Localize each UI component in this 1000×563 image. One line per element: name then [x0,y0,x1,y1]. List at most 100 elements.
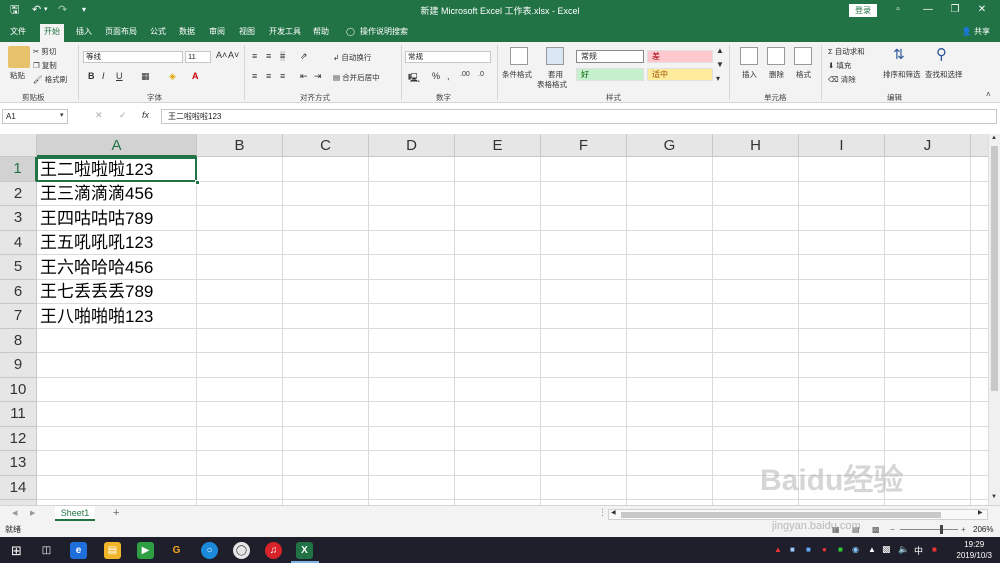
scroll-right-icon[interactable]: ▶ [978,509,983,516]
copy-button[interactable]: ❐ 复制 [33,60,57,71]
sort-filter-label[interactable]: 排序和筛选 [883,69,921,80]
zoom-slider-thumb[interactable] [940,525,943,534]
align-left-icon[interactable]: ≡ [252,71,257,81]
column-header-j[interactable]: J [885,134,971,157]
tab-help[interactable]: 帮助 [309,24,333,42]
font-name-combo[interactable]: 等线 [83,51,183,63]
increase-decimal-icon[interactable]: .00 [460,71,470,78]
insert-function-icon[interactable]: fx [142,110,149,120]
tray-icon-5[interactable]: ■ [838,545,843,554]
row-header-6[interactable]: 6 [0,280,37,304]
tab-page-layout[interactable]: 页面布局 [101,24,141,42]
enter-icon[interactable]: ✓ [119,110,127,121]
tab-formulas[interactable]: 公式 [146,24,170,42]
increase-indent-icon[interactable]: ⇥ [314,71,322,82]
zoom-out-icon[interactable]: − [890,522,895,537]
volume-icon[interactable]: 🔈 [898,544,909,555]
row-header-2[interactable]: 2 [0,182,37,206]
task-view-icon[interactable]: ◫ [38,542,55,559]
insert-cells-icon[interactable] [740,47,758,65]
conditional-format-label[interactable]: 条件格式 [502,69,532,80]
row-header-1[interactable]: 1 [0,157,37,182]
format-cells-icon[interactable] [794,47,812,65]
align-bottom-icon[interactable]: ≡ [280,51,286,61]
new-sheet-icon[interactable]: + [113,507,119,519]
column-header-g[interactable]: G [627,134,713,157]
row-header-5[interactable]: 5 [0,255,37,280]
bold-icon[interactable]: B [88,71,95,81]
column-header-h[interactable]: H [713,134,799,157]
chat-app-icon[interactable]: ○ [201,542,218,559]
clear-button[interactable]: ⌫ 清除 [828,74,856,85]
find-select-icon[interactable]: ⚲ [936,45,947,63]
tab-file[interactable]: 文件 [6,24,30,42]
grow-font-icon[interactable]: A˄ [216,50,227,60]
row-header-14[interactable]: 14 [0,476,37,500]
delete-cells-icon[interactable] [767,47,785,65]
ime-indicator[interactable]: 中 [914,544,923,557]
decrease-indent-icon[interactable]: ⇤ [300,71,308,82]
decrease-decimal-icon[interactable]: .0 [478,71,484,78]
align-right-icon[interactable]: ≡ [280,71,285,81]
scroll-left-icon[interactable]: ◀ [611,509,616,516]
tell-me-search[interactable]: 操作说明搜索 [356,24,412,42]
cell-a4[interactable]: 王五吼吼吼123 [40,231,153,255]
sheet-split-icon[interactable]: ⋮ [598,507,607,518]
cell-style-neutral[interactable]: 适中 [647,68,713,81]
login-button[interactable]: 登录 [849,4,877,17]
tab-home[interactable]: 开始 [40,24,64,42]
maximize-icon[interactable]: ❐ [945,3,965,17]
zoom-in-icon[interactable]: + [961,522,966,537]
cut-button[interactable]: ✂ 剪切 [33,46,56,57]
row-header-12[interactable]: 12 [0,427,37,451]
align-top-icon[interactable]: ≡ [252,51,257,61]
edge-browser-icon[interactable]: e [70,542,87,559]
name-box[interactable]: A1 [2,109,68,124]
row-header-9[interactable]: 9 [0,353,37,378]
styles-more-icon[interactable]: ▾ [716,74,720,83]
ribbon-options-icon[interactable]: ▫ [888,3,908,17]
styles-scroll-up-icon[interactable]: ▲ [716,46,724,55]
music-app-icon[interactable]: ♫ [265,542,282,559]
paste-label[interactable]: 粘贴 [10,70,25,81]
tab-review[interactable]: 审阅 [205,24,229,42]
orientation-icon[interactable]: ⇗ [300,51,308,62]
align-middle-icon[interactable]: ≡ [266,51,271,61]
paste-icon[interactable] [8,46,30,68]
prev-sheet-icon[interactable]: ◀ [12,509,17,517]
scroll-up-icon[interactable]: ▲ [991,135,997,141]
align-center-icon[interactable]: ≡ [266,71,271,81]
column-header-f[interactable]: F [541,134,627,157]
font-size-combo[interactable]: 11 [185,51,211,63]
find-select-label[interactable]: 查找和选择 [925,69,963,80]
comma-icon[interactable]: , [447,71,450,81]
delete-cells-label[interactable]: 删除 [769,69,784,80]
merge-center-button[interactable]: ▤ 合并后居中 [333,72,380,83]
cell-style-good[interactable]: 好 [576,68,644,81]
horizontal-scrollbar[interactable]: ◀ ▶ [608,509,988,520]
tab-data[interactable]: 数据 [175,24,199,42]
page-break-view-icon[interactable]: ▩ [872,522,880,537]
cell-a5[interactable]: 王六哈哈哈456 [40,256,153,280]
wrap-text-button[interactable]: ↲ 自动换行 [333,52,371,63]
media-player-icon[interactable]: ▶ [137,542,154,559]
column-header-i[interactable]: I [799,134,885,157]
cell-a7[interactable]: 王八啪啪啪123 [40,305,153,329]
cell-a2[interactable]: 王三滴滴滴456 [40,182,153,206]
fill-handle[interactable] [195,180,200,185]
tray-icon-1[interactable]: ▲ [774,545,782,554]
windows-start-icon[interactable]: ⊞ [8,542,25,559]
fill-color-icon[interactable]: ◈ [169,71,176,82]
tray-icon-2[interactable]: ■ [790,545,795,554]
autosum-button[interactable]: Σ 自动求和 [828,46,865,57]
number-format-combo[interactable]: 常规 [405,51,491,63]
minimize-icon[interactable]: — [918,3,938,17]
zoom-slider[interactable] [900,529,958,530]
h-scroll-thumb[interactable] [621,512,941,518]
cell-a3[interactable]: 王四咕咕咕789 [40,207,153,231]
vertical-scrollbar[interactable]: ▲ ▼ [988,134,1000,505]
tab-insert[interactable]: 插入 [72,24,96,42]
column-header-e[interactable]: E [455,134,541,157]
worksheet-grid[interactable]: A B C D E F G H I J 1 2 3 4 5 6 7 8 9 10… [0,134,988,505]
tray-icon-7[interactable]: ■ [932,545,937,554]
